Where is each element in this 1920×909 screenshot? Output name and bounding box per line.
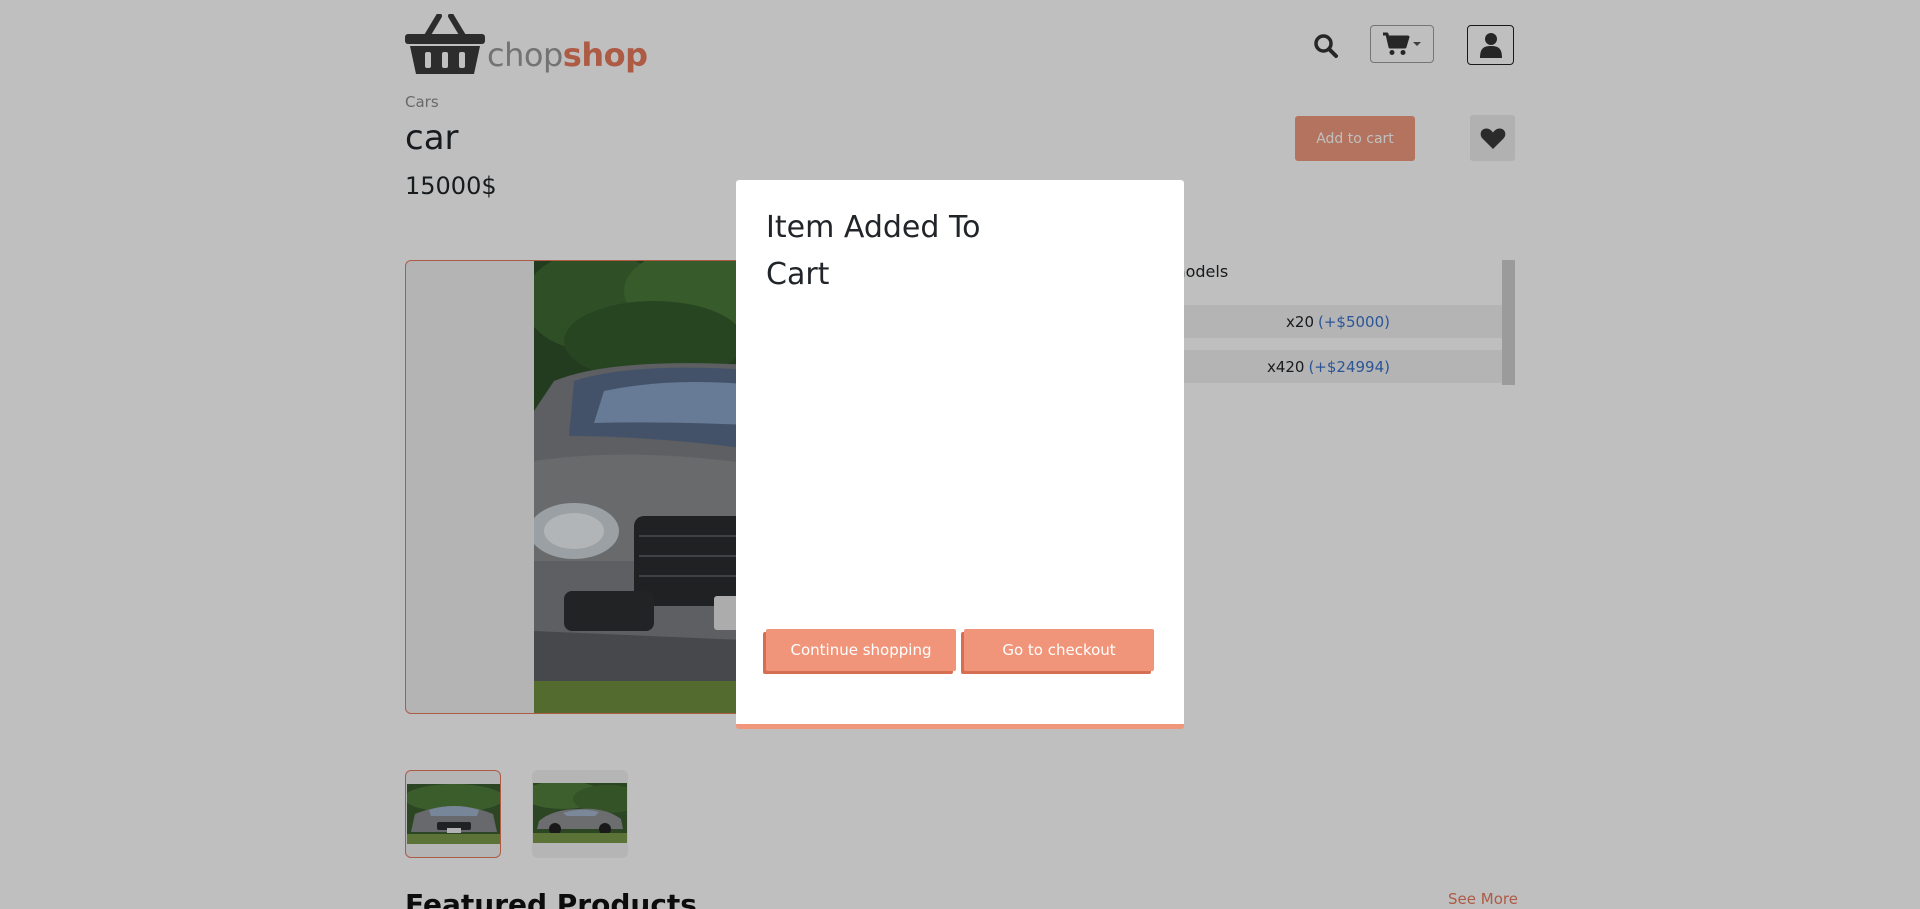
continue-shopping-button[interactable]: Continue shopping (766, 629, 956, 671)
item-added-modal: Item Added To Cart Continue shopping Go … (736, 180, 1184, 729)
go-to-checkout-button[interactable]: Go to checkout (964, 629, 1154, 671)
product-page: chopshop Cars car 15000$ Add to cart mod… (0, 0, 1920, 909)
modal-title: Item Added To Cart (766, 210, 981, 292)
